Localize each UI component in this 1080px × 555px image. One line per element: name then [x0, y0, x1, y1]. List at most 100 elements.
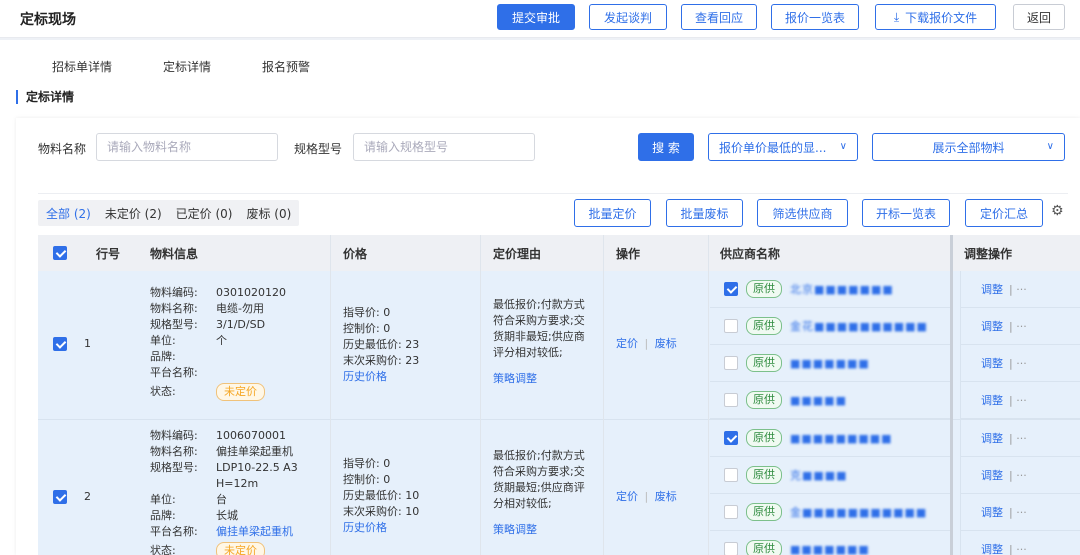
- tab-tender-detail[interactable]: 招标单详情: [52, 58, 112, 75]
- more-icon[interactable]: | ···: [1009, 283, 1027, 296]
- tab-registration-warning[interactable]: 报名预警: [262, 58, 310, 75]
- more-icon[interactable]: | ···: [1009, 394, 1027, 407]
- sort-select[interactable]: 报价单价最低的显... ∨: [708, 133, 858, 161]
- history-price-link[interactable]: 历史价格: [343, 520, 483, 536]
- original-supplier-tag: 原供: [746, 354, 782, 372]
- supplier-checkbox[interactable]: [724, 468, 738, 482]
- void-link[interactable]: 废标: [655, 337, 677, 350]
- material-name: 电缆-勿用: [216, 302, 264, 315]
- material-name-input[interactable]: 请输入物料名称: [96, 133, 278, 161]
- adjust-link[interactable]: 调整: [981, 355, 1003, 371]
- supplier-checkbox[interactable]: [724, 356, 738, 370]
- adjust-link[interactable]: 调整: [981, 504, 1003, 520]
- supplier-row: 原供 ■■■■■■■: [710, 531, 950, 555]
- void-link[interactable]: 废标: [655, 490, 677, 503]
- filter-supplier-button[interactable]: 筛选供应商: [757, 199, 848, 227]
- tab-award-detail[interactable]: 定标详情: [163, 58, 211, 75]
- material-unit: 个: [216, 334, 227, 347]
- material-platform: 偏挂单梁起重机: [216, 525, 293, 538]
- supplier-checkbox[interactable]: [724, 505, 738, 519]
- batch-void-button[interactable]: 批量废标: [666, 199, 743, 227]
- guide-price: 0: [383, 306, 391, 319]
- more-icon[interactable]: | ···: [1009, 357, 1027, 370]
- adjust-cell: 调整 | ···: [960, 494, 1080, 531]
- adjust-link[interactable]: 调整: [981, 541, 1003, 555]
- control-label: 控制价:: [343, 473, 380, 486]
- view-reply-button[interactable]: 查看回应: [681, 4, 757, 30]
- brand-label: 品牌:: [150, 509, 176, 522]
- supplier-row: 原供 金花■■■■■■■■■■: [710, 308, 950, 345]
- history-price-link[interactable]: 历史价格: [343, 369, 483, 385]
- more-icon[interactable]: | ···: [1009, 469, 1027, 482]
- price-link[interactable]: 定价: [616, 490, 638, 503]
- name-label: 物料名称:: [150, 302, 198, 315]
- column-divider: [480, 235, 481, 555]
- material-info: 物料编码: 1006070001 物料名称: 偏挂单梁起重机 规格型号: LDP10-…: [150, 428, 340, 555]
- show-all-select[interactable]: 展示全部物料 ∨: [872, 133, 1065, 161]
- status-label: 状态:: [150, 385, 176, 398]
- col-row-no: 行号: [96, 247, 121, 261]
- supplier-name[interactable]: 北京■■■■■■■: [790, 281, 894, 297]
- supplier-name[interactable]: ■■■■■■■■■: [790, 432, 893, 445]
- platform-label: 平台名称:: [150, 366, 198, 379]
- supplier-checkbox[interactable]: [724, 542, 738, 555]
- search-button[interactable]: 搜 索: [638, 133, 694, 161]
- supplier-name[interactable]: ■■■■■■■: [790, 357, 870, 370]
- col-ops: 操作: [616, 247, 641, 261]
- supplier-name[interactable]: 金■■■■■■■■■■■: [790, 504, 927, 520]
- supplier-checkbox[interactable]: [724, 282, 738, 296]
- row-checkbox[interactable]: [53, 490, 67, 504]
- adjust-link[interactable]: 调整: [981, 392, 1003, 408]
- reason-text: 最低报价;付款方式符合采购方要求;交货期最短;供应商评分相对较低;: [493, 449, 585, 510]
- row-checkbox[interactable]: [53, 337, 67, 351]
- back-button[interactable]: 返回: [1013, 4, 1065, 30]
- original-supplier-tag: 原供: [746, 540, 782, 555]
- more-icon[interactable]: | ···: [1009, 506, 1027, 519]
- more-icon[interactable]: | ···: [1009, 320, 1027, 333]
- filter-priced[interactable]: 已定价 (0): [176, 205, 233, 222]
- open-list-button[interactable]: 开标一览表: [862, 199, 950, 227]
- filter-void[interactable]: 废标 (0): [246, 205, 291, 222]
- supplier-name[interactable]: 克■■■■: [790, 467, 848, 483]
- adjust-link[interactable]: 调整: [981, 430, 1003, 446]
- table-header: 行号 物料信息 价格 定价理由 操作 供应商名称 调整操作: [38, 235, 1080, 271]
- adjust-cell: 调整 | ···: [960, 531, 1080, 555]
- strategy-adjust-link[interactable]: 策略调整: [493, 371, 593, 387]
- select-all-checkbox[interactable]: [53, 246, 67, 260]
- supplier-checkbox[interactable]: [724, 319, 738, 333]
- spec-label: 规格型号: [294, 142, 343, 156]
- start-negotiation-button[interactable]: 发起谈判: [589, 4, 667, 30]
- detail-panel: 物料名称 请输入物料名称 规格型号 请输入规格型号 搜 索 报价单价最低的显..…: [16, 118, 1080, 555]
- supplier-name[interactable]: ■■■■■■■: [790, 543, 870, 555]
- submit-approval-button[interactable]: 提交审批: [497, 4, 575, 30]
- more-icon[interactable]: | ···: [1009, 543, 1027, 555]
- batch-price-button[interactable]: 批量定价: [574, 199, 651, 227]
- price-link[interactable]: 定价: [616, 337, 638, 350]
- adjust-link[interactable]: 调整: [981, 318, 1003, 334]
- row-no: 1: [84, 337, 91, 350]
- supplier-checkbox[interactable]: [724, 431, 738, 445]
- filter-all[interactable]: 全部 (2): [46, 205, 91, 222]
- more-icon[interactable]: | ···: [1009, 432, 1027, 445]
- download-quote-button[interactable]: ⤓ 下载报价文件: [875, 4, 996, 30]
- price-summary-button[interactable]: 定价汇总: [965, 199, 1043, 227]
- material-name-label: 物料名称: [38, 142, 87, 156]
- spec-input[interactable]: 请输入规格型号: [353, 133, 535, 161]
- supplier-name[interactable]: ■■■■■: [790, 394, 847, 407]
- column-divider: [708, 235, 709, 555]
- guide-label: 指导价:: [343, 306, 380, 319]
- filter-unpriced[interactable]: 未定价 (2): [105, 205, 162, 222]
- hist-low-price: 23: [405, 338, 420, 351]
- quote-list-button[interactable]: 报价一览表: [771, 4, 859, 30]
- ops-separator: |: [644, 337, 649, 350]
- sort-select-value: 报价单价最低的显...: [719, 140, 827, 155]
- adjust-link[interactable]: 调整: [981, 281, 1003, 297]
- supplier-row: 原供 金■■■■■■■■■■■: [710, 494, 950, 531]
- material-unit: 台: [216, 493, 227, 506]
- supplier-name[interactable]: 金花■■■■■■■■■■: [790, 318, 928, 334]
- supplier-checkbox[interactable]: [724, 393, 738, 407]
- unit-label: 单位:: [150, 334, 176, 347]
- strategy-adjust-link[interactable]: 策略调整: [493, 522, 593, 538]
- gear-icon[interactable]: ⚙: [1051, 203, 1064, 219]
- adjust-link[interactable]: 调整: [981, 467, 1003, 483]
